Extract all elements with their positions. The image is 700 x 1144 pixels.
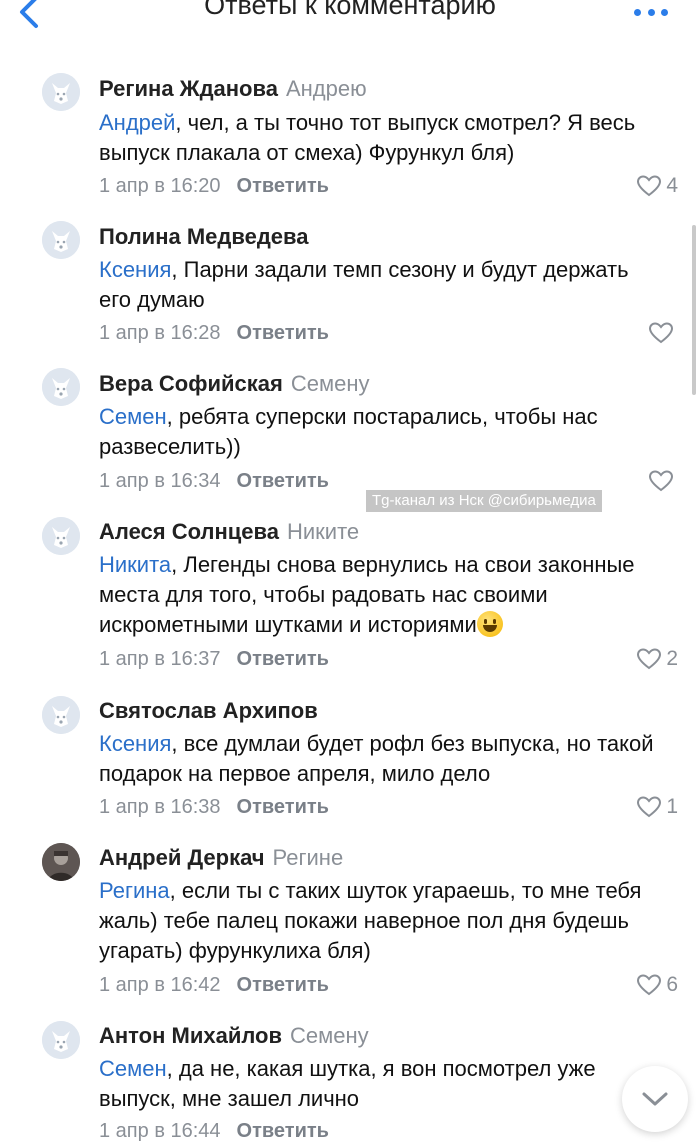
- dog-avatar-icon: [42, 368, 80, 406]
- comment-text: Семен, ребята суперски постарались, чтоб…: [99, 404, 598, 459]
- dog-avatar-icon: [42, 517, 80, 555]
- more-options-button[interactable]: [634, 6, 668, 18]
- reply-to-name[interactable]: Никите: [287, 519, 359, 544]
- avatar[interactable]: [42, 73, 80, 111]
- mention-link[interactable]: Регина: [99, 878, 170, 903]
- mention-link[interactable]: Ксения: [99, 731, 171, 756]
- comment-time: 1 апр в 16:34: [99, 470, 221, 492]
- reply-to-name[interactable]: Семену: [290, 1023, 369, 1048]
- heart-icon: [637, 796, 662, 818]
- comment-author[interactable]: Антон Михайлов: [99, 1023, 282, 1048]
- mention-link[interactable]: Ксения: [99, 257, 171, 282]
- avatar[interactable]: [42, 221, 80, 259]
- mention-link[interactable]: Семен: [99, 404, 167, 429]
- avatar[interactable]: [42, 696, 80, 734]
- comment-time: 1 апр в 16:37: [99, 648, 221, 670]
- comment-time: 1 апр в 16:20: [99, 175, 221, 197]
- mention-link[interactable]: Никита: [99, 552, 171, 577]
- comment-author[interactable]: Регина Жданова: [99, 76, 278, 101]
- mention-link[interactable]: Андрей: [99, 110, 175, 135]
- reply-button[interactable]: Ответить: [237, 796, 329, 818]
- comment-text: Никита, Легенды снова вернулись на свои …: [99, 552, 635, 637]
- comment-time: 1 апр в 16:44: [99, 1120, 221, 1142]
- comment-text: Ксения, Парни задали темп сезону и будут…: [99, 257, 629, 312]
- heart-icon: [637, 648, 662, 670]
- comment-time: 1 апр в 16:28: [99, 322, 221, 344]
- top-bar: Ответы к комментарию: [0, 0, 700, 34]
- reply-button[interactable]: Ответить: [237, 1120, 329, 1142]
- comment-time: 1 апр в 16:38: [99, 796, 221, 818]
- comment-text: Ксения, все думлаи будет рофл без выпуск…: [99, 731, 654, 786]
- scrollbar[interactable]: [692, 225, 696, 395]
- page-title: Ответы к комментарию: [204, 0, 496, 20]
- mention-link[interactable]: Семен: [99, 1056, 167, 1081]
- avatar[interactable]: [42, 843, 80, 881]
- dog-avatar-icon: [42, 221, 80, 259]
- comment-author[interactable]: Полина Медведева: [99, 224, 309, 249]
- avatar[interactable]: [42, 517, 80, 555]
- user-photo-avatar-icon: [42, 843, 80, 881]
- reply-button[interactable]: Ответить: [237, 175, 329, 197]
- dog-avatar-icon: [42, 73, 80, 111]
- heart-icon: [637, 974, 662, 996]
- heart-icon: [648, 470, 674, 492]
- reply-button[interactable]: Ответить: [237, 322, 329, 344]
- reply-button[interactable]: Ответить: [237, 648, 329, 670]
- comment-author[interactable]: Алеся Солнцева: [99, 519, 279, 544]
- comment-author[interactable]: Вера Софийская: [99, 371, 283, 396]
- comment-time: 1 апр в 16:42: [99, 974, 221, 996]
- like-count: 6: [666, 973, 678, 996]
- like-button[interactable]: [648, 320, 678, 346]
- like-count: 4: [666, 174, 678, 197]
- like-button[interactable]: [648, 468, 678, 494]
- reply-button[interactable]: Ответить: [237, 974, 329, 996]
- avatar[interactable]: [42, 1021, 80, 1059]
- heart-icon: [637, 175, 662, 197]
- grinning-face-emoji: [476, 611, 503, 637]
- scroll-down-button[interactable]: [622, 1066, 688, 1132]
- reply-button[interactable]: Ответить: [237, 470, 329, 492]
- comment-author[interactable]: Андрей Деркач: [99, 845, 265, 870]
- watermark: Tg-канал из Нск @сибирьмедиа: [366, 490, 602, 512]
- like-button[interactable]: 6: [636, 972, 678, 998]
- more-horizontal-icon: [634, 8, 641, 16]
- comment-author[interactable]: Святослав Архипов: [99, 698, 318, 723]
- comment-text: Семен, да не, какая шутка, я вон посмотр…: [99, 1056, 596, 1111]
- heart-icon: [648, 322, 674, 344]
- dog-avatar-icon: [42, 1021, 80, 1059]
- like-button[interactable]: 4: [636, 173, 678, 199]
- comment-text: Регина, если ты с таких шуток угараешь, …: [99, 878, 642, 963]
- reply-to-name[interactable]: Регине: [273, 845, 344, 870]
- dog-avatar-icon: [42, 696, 80, 734]
- like-count: 1: [666, 795, 678, 818]
- reply-to-name[interactable]: Семену: [291, 371, 370, 396]
- chevron-down-icon: [642, 1092, 668, 1106]
- comment-text: Андрей, чел, а ты точно тот выпуск смотр…: [99, 110, 636, 165]
- avatar[interactable]: [42, 368, 80, 406]
- like-button[interactable]: 2: [636, 646, 678, 672]
- like-button[interactable]: 1: [636, 794, 678, 820]
- reply-to-name[interactable]: Андрею: [286, 76, 367, 101]
- like-count: 2: [666, 647, 678, 670]
